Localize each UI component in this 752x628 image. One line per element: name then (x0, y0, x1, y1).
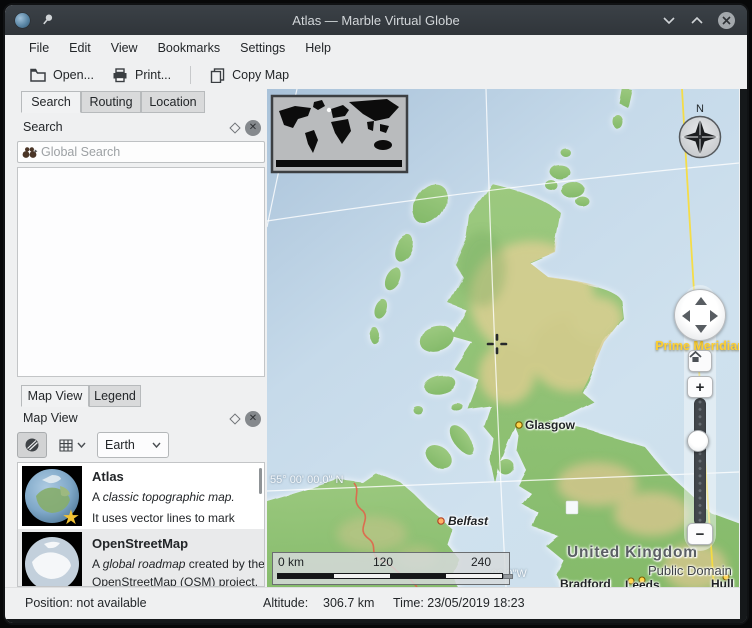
map-theme-title: OpenStreetMap (92, 536, 188, 551)
print-label: Print... (135, 68, 171, 82)
zoom-slider-handle[interactable] (687, 430, 709, 452)
atlas-thumbnail: ★ (22, 466, 82, 526)
app-window: Atlas — Marble Virtual Globe File Edit V… (3, 3, 749, 625)
tab-map-view[interactable]: Map View (21, 385, 89, 407)
overview-position-dot (327, 108, 331, 112)
chevron-down-icon (152, 442, 161, 448)
map-theme-list: ★ Atlas A classic topographic map. It us… (17, 462, 265, 587)
search-input[interactable] (39, 144, 229, 160)
minimize-icon[interactable] (662, 15, 676, 25)
home-button[interactable] (688, 350, 712, 372)
printer-icon (112, 68, 128, 83)
scale-mid: 120 (373, 555, 393, 569)
map-theme-desc: A classic topographic map. (92, 490, 235, 504)
favorite-star-icon: ★ (62, 507, 80, 526)
mapview-dock-header: Map View ✕ (15, 408, 267, 430)
zoom-out-button[interactable]: − (687, 523, 713, 545)
list-item-openstreetmap[interactable]: OpenStreetMap A global roadmap created b… (18, 529, 264, 587)
status-position: Position: not available (25, 596, 147, 610)
tab-location[interactable]: Location (141, 91, 205, 113)
celestial-body-value: Earth (105, 438, 135, 452)
tab-legend[interactable]: Legend (89, 385, 141, 407)
toolbar-separator (190, 66, 191, 84)
left-panel: Search Routing Location Search ✕ Map Vie… (15, 89, 267, 587)
close-icon[interactable] (718, 12, 735, 29)
binoculars-icon[interactable] (22, 146, 39, 159)
menu-help[interactable]: Help (295, 38, 341, 58)
menubar: File Edit View Bookmarks Settings Help (5, 35, 747, 61)
pan-down-arrow-icon[interactable] (695, 325, 707, 333)
copy-icon (210, 68, 225, 83)
list-scrollbar[interactable] (259, 468, 262, 494)
folder-icon (30, 68, 46, 82)
lake (566, 501, 578, 514)
map-theme-desc2: OpenStreetMap (OSM) project. (92, 575, 258, 587)
grid-icon (59, 439, 73, 452)
print-button[interactable]: Print... (103, 65, 180, 86)
celestial-body-select[interactable]: Earth (97, 432, 169, 458)
scale-zero: 0 km (278, 555, 304, 569)
panel-tabs-bottom: Map View Legend (21, 385, 141, 407)
navigation-pad[interactable] (674, 289, 726, 341)
dock-close-icon[interactable]: ✕ (245, 411, 261, 427)
float-icon[interactable] (229, 413, 240, 424)
float-icon[interactable] (229, 122, 240, 133)
scale-end: 240 (471, 555, 491, 569)
tab-search[interactable]: Search (21, 91, 81, 113)
menu-file[interactable]: File (19, 38, 59, 58)
map-theme-title: Atlas (92, 469, 124, 484)
search-field[interactable] (17, 141, 265, 163)
search-dock-header: Search ✕ (15, 117, 267, 139)
pan-right-arrow-icon[interactable] (710, 310, 718, 322)
menu-bookmarks[interactable]: Bookmarks (148, 38, 231, 58)
zoom-in-button[interactable]: + (687, 376, 713, 398)
dock-close-icon[interactable]: ✕ (245, 120, 261, 136)
status-bar: Position: not available Altitude: 306.7 … (5, 587, 740, 619)
maximize-icon[interactable] (690, 15, 704, 25)
home-icon (689, 351, 702, 363)
copy-map-label: Copy Map (232, 68, 289, 82)
titlebar: Atlas — Marble Virtual Globe (5, 5, 747, 35)
tab-routing[interactable]: Routing (81, 91, 141, 113)
mapview-controls: Earth (17, 432, 169, 458)
mapview-dock-title: Map View (23, 411, 78, 425)
map-theme-desc: A global roadmap created by the (92, 557, 265, 571)
list-item-atlas[interactable]: ★ Atlas A classic topographic map. It us… (18, 463, 264, 529)
scale-bar: 0 km 120 240 (272, 552, 510, 585)
open-label: Open... (53, 68, 94, 82)
zoom-slider-track[interactable] (694, 398, 706, 526)
menu-view[interactable]: View (101, 38, 148, 58)
pan-left-arrow-icon[interactable] (682, 310, 690, 322)
status-time: Time: 23/05/2019 18:23 (393, 596, 525, 610)
globe-projection-icon (24, 437, 40, 453)
compass-north-label: N (696, 103, 704, 115)
status-altitude-label: Altitude: (263, 596, 308, 610)
map-theme-desc2: It uses vector lines to mark (92, 511, 235, 525)
status-altitude-value: 306.7 km (323, 596, 374, 610)
panel-tabs-top: Search Routing Location (21, 91, 205, 113)
search-dock-title: Search (23, 120, 63, 134)
osm-thumbnail (22, 532, 82, 587)
pan-up-arrow-icon[interactable] (695, 297, 707, 305)
chevron-down-icon (77, 442, 86, 448)
scale-bar-tail (503, 574, 513, 579)
projection-button[interactable] (17, 432, 47, 458)
copy-map-button[interactable]: Copy Map (201, 65, 298, 86)
search-results-list[interactable] (17, 167, 265, 377)
window-title: Atlas — Marble Virtual Globe (5, 13, 747, 28)
menu-settings[interactable]: Settings (230, 38, 295, 58)
menu-edit[interactable]: Edit (59, 38, 101, 58)
overview-map[interactable] (272, 96, 407, 172)
celestial-list-button[interactable] (51, 432, 93, 458)
map-canvas[interactable]: N (267, 89, 739, 587)
toolbar: Open... Print... Copy Map (5, 61, 747, 89)
scale-bar-segments (277, 573, 503, 579)
map-viewport[interactable]: N 55° 00' 00.0" N 00.0"W Glasgow Belfast… (267, 89, 739, 587)
open-button[interactable]: Open... (21, 65, 103, 85)
